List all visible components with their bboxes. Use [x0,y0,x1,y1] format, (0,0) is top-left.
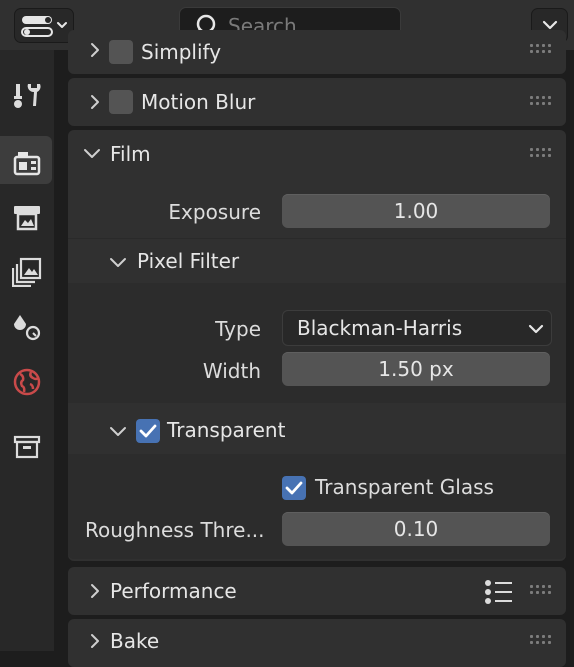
properties-content: Simplify Motion Blur Film Exposure 1.00 … [54,30,574,667]
panel-title-performance: Performance [110,579,237,603]
world-tab[interactable] [0,355,54,403]
transparent-body: Transparent Glass Roughness Thre... 0.10 [68,454,566,559]
images-icon [12,257,42,287]
editor-type-button[interactable] [14,8,74,43]
drag-handle-icon[interactable] [530,44,552,56]
transparent-glass-checkbox[interactable] [282,476,306,500]
chevron-right-icon [91,634,99,648]
motion-blur-checkbox[interactable] [109,90,133,114]
render-tab[interactable] [0,136,52,184]
roughness-threshold-field[interactable]: 0.10 [282,512,550,546]
subpanel-header-pixel-filter[interactable]: Pixel Filter [68,238,566,283]
filter-type-dropdown[interactable]: Blackman-Harris [282,310,552,346]
panel-title-simplify: Simplify [141,40,222,64]
pixel-filter-body: Type Blackman-Harris Width 1.50 px [68,283,566,403]
width-label: Width [202,359,261,383]
globe-icon [13,368,41,396]
archive-box-icon [13,435,41,459]
panel-title-motion-blur: Motion Blur [141,90,256,114]
roughness-threshold-label: Roughness Thre... [85,518,265,542]
tool-tab[interactable] [0,68,54,116]
drag-handle-icon[interactable] [530,148,552,160]
panel-title-film: Film [110,142,151,166]
simplify-checkbox[interactable] [109,40,133,64]
scene-tab[interactable] [0,300,54,348]
type-label: Type [215,317,261,341]
filter-type-value: Blackman-Harris [297,316,463,340]
chevron-down-icon [110,427,126,436]
chevron-down-icon [110,258,126,267]
printer-icon [14,206,40,231]
drag-handle-icon[interactable] [530,635,552,647]
chevron-down-icon [84,149,100,158]
panel-motion-blur[interactable]: Motion Blur [68,78,566,126]
output-tab[interactable] [0,190,54,238]
panel-title-bake: Bake [110,629,160,653]
panel-header-film[interactable]: Film [68,130,566,179]
panel-bake[interactable]: Bake [68,619,566,667]
scene-icon [14,315,41,341]
presets-list-icon[interactable] [484,579,514,605]
subpanel-header-transparent[interactable]: Transparent [68,408,566,454]
exposure-field[interactable]: 1.00 [282,194,550,228]
drag-handle-icon[interactable] [530,96,552,108]
panel-performance[interactable]: Performance [68,567,566,615]
wrench-screwdriver-icon [14,84,41,108]
camera-back-icon [13,152,41,176]
exposure-label: Exposure [168,200,261,224]
subpanel-title-transparent: Transparent [167,418,286,442]
transparent-glass-label[interactable]: Transparent Glass [315,475,494,499]
chevron-down-icon [528,324,544,334]
chevron-right-icon [91,43,99,57]
subpanel-title-pixel-filter: Pixel Filter [137,249,240,273]
drag-handle-icon[interactable] [530,585,552,597]
panel-film: Film Exposure 1.00 Pixel Filter Type Bla… [68,130,566,561]
properties-editor-icon [21,16,67,37]
checkmark-icon [139,424,157,438]
chevron-right-icon [91,584,99,598]
panel-simplify[interactable]: Simplify [68,30,566,74]
chevron-right-icon [91,95,99,109]
view-layer-tab[interactable] [0,245,54,293]
transparent-checkbox[interactable] [136,419,160,443]
properties-tabs [0,50,54,651]
filter-width-field[interactable]: 1.50 px [282,352,550,386]
checkmark-icon [285,481,303,495]
collection-tab[interactable] [0,420,54,468]
